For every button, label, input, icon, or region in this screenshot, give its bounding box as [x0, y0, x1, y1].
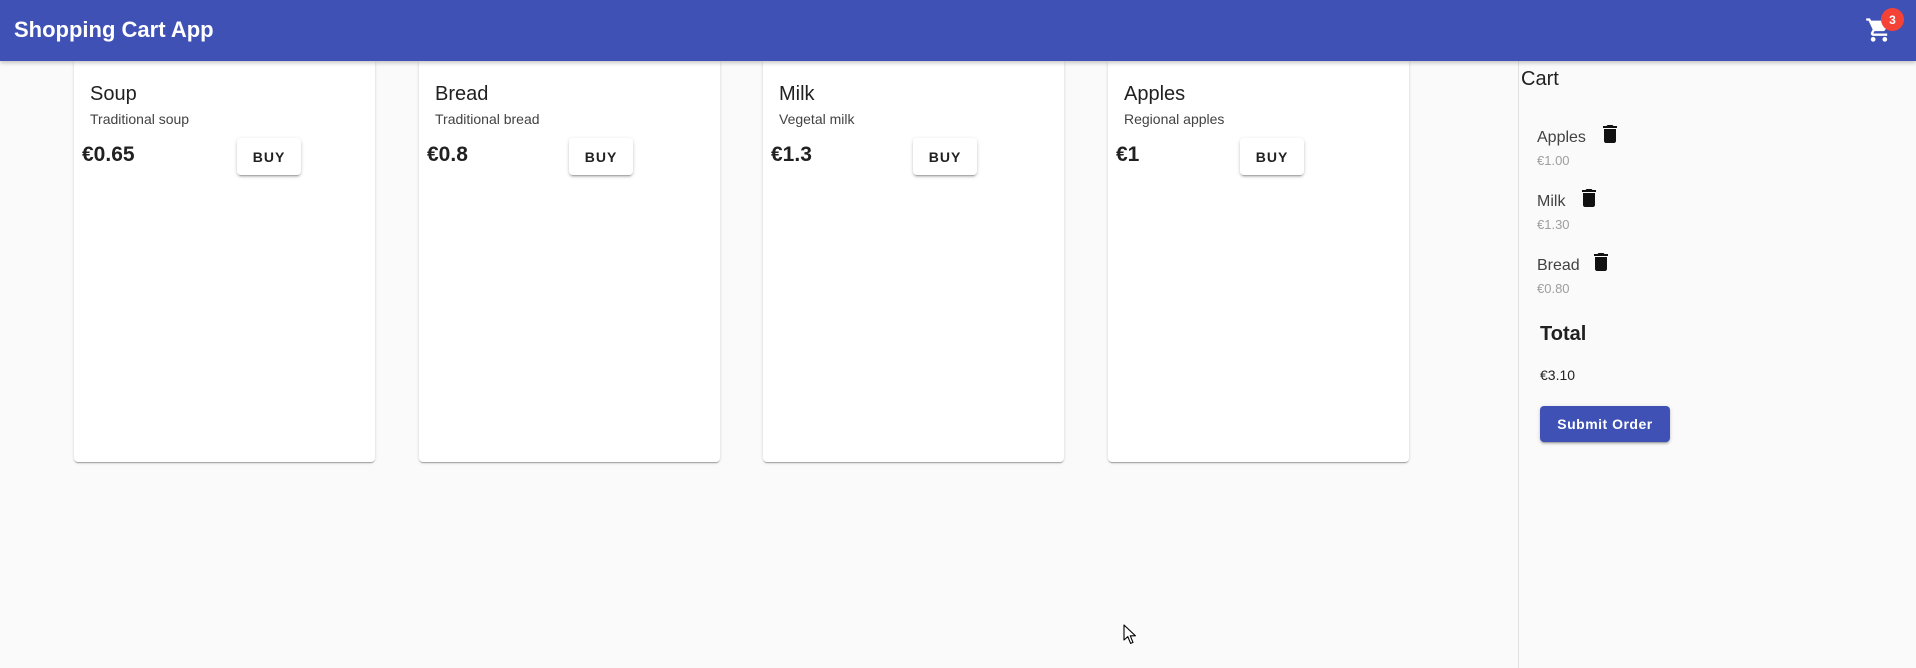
buy-button[interactable]: BUY — [913, 138, 977, 175]
product-price: €0.8 — [427, 143, 468, 166]
total-value: €3.10 — [1540, 367, 1576, 383]
cart-title: Cart — [1521, 68, 1559, 90]
cart-item-name: Bread — [1537, 257, 1580, 274]
cart-panel: Cart Apples €1.00 Milk €1.30 Bread €0.80… — [1518, 61, 1916, 668]
trash-icon[interactable] — [1589, 250, 1613, 274]
submit-order-button[interactable]: Submit Order — [1540, 406, 1670, 442]
product-price: €1 — [1116, 143, 1140, 166]
cart-count-badge: 3 — [1881, 8, 1904, 31]
product-description: Traditional soup — [90, 111, 190, 127]
trash-icon[interactable] — [1598, 122, 1622, 146]
product-price: €1.3 — [771, 143, 812, 166]
product-description: Traditional bread — [435, 111, 540, 127]
product-card: Soup Traditional soup €0.65 BUY — [74, 61, 375, 462]
mouse-pointer-icon — [1123, 624, 1136, 644]
cart-item-price: €1.00 — [1537, 153, 1570, 168]
buy-button[interactable]: BUY — [569, 138, 633, 175]
product-name: Milk — [779, 83, 815, 105]
product-card: Bread Traditional bread €0.8 BUY — [419, 61, 720, 462]
product-name: Soup — [90, 83, 137, 105]
cart-item-price: €1.30 — [1537, 217, 1570, 232]
cart-item-name: Milk — [1537, 193, 1566, 210]
cart-item: Milk €1.30 — [1537, 187, 1737, 247]
cart-item: Apples €1.00 — [1537, 123, 1737, 183]
cart-item: Bread €0.80 — [1537, 251, 1737, 311]
product-card: Milk Vegetal milk €1.3 BUY — [763, 61, 1064, 462]
product-name: Bread — [435, 83, 489, 105]
buy-button[interactable]: BUY — [1240, 138, 1304, 175]
product-description: Regional apples — [1124, 111, 1225, 127]
product-name: Apples — [1124, 83, 1186, 105]
cart-item-name: Apples — [1537, 129, 1586, 146]
app-title: Shopping Cart App — [14, 17, 214, 42]
product-price: €0.65 — [82, 143, 135, 166]
buy-button[interactable]: BUY — [237, 138, 301, 175]
app-bar: Shopping Cart App 3 — [0, 0, 1916, 61]
cart-item-price: €0.80 — [1537, 281, 1570, 296]
trash-icon[interactable] — [1577, 186, 1601, 210]
total-label: Total — [1540, 323, 1587, 345]
product-card: Apples Regional apples €1 BUY — [1108, 61, 1409, 462]
product-description: Vegetal milk — [779, 111, 855, 127]
